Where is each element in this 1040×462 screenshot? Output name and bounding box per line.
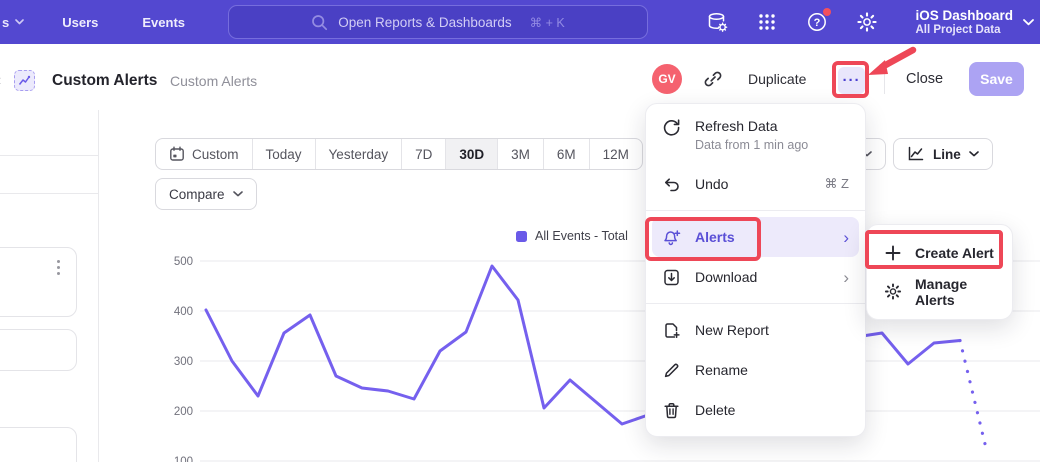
submenu-item-manage-alerts[interactable]: Manage Alerts <box>867 272 1012 311</box>
date-range-3m[interactable]: 3M <box>498 139 544 169</box>
settings-gear-icon[interactable] <box>855 10 879 34</box>
menu-item-download[interactable]: Download › <box>646 257 865 297</box>
pencil-icon <box>662 361 681 380</box>
chevron-down-icon <box>15 19 24 25</box>
menu-item-refresh-data[interactable]: Refresh Data Data from 1 min ago <box>646 110 865 164</box>
calendar-icon <box>169 146 185 162</box>
search-shortcut: ⌘ + K <box>530 15 565 30</box>
divider <box>646 303 865 304</box>
download-icon <box>662 268 681 287</box>
date-range-12m[interactable]: 12M <box>590 139 642 169</box>
copy-link-icon[interactable] <box>702 68 724 90</box>
legend-swatch <box>516 231 527 242</box>
svg-text:300: 300 <box>174 356 193 368</box>
nav-item-users[interactable]: Users <box>62 15 98 30</box>
svg-text:400: 400 <box>174 306 193 318</box>
divider <box>0 155 98 156</box>
chevron-down-icon <box>1023 19 1034 26</box>
undo-shortcut: ⌘ Z <box>824 176 849 192</box>
divider <box>0 193 98 194</box>
trash-icon <box>662 401 681 420</box>
divider <box>646 210 865 211</box>
plus-icon <box>884 244 902 262</box>
notification-dot <box>823 8 831 16</box>
nav-icon-group: ? <box>705 0 879 44</box>
apps-grid-icon[interactable] <box>755 10 779 34</box>
page-title: Custom Alerts <box>52 72 157 90</box>
undo-icon <box>662 175 681 194</box>
svg-text:200: 200 <box>174 406 193 418</box>
kebab-menu-icon[interactable] <box>57 260 60 275</box>
duplicate-button[interactable]: Duplicate <box>748 71 806 87</box>
legend-label: All Events - Total <box>535 229 628 243</box>
submenu-chevron-icon: › <box>843 229 849 246</box>
search-icon <box>311 14 328 31</box>
close-button[interactable]: Close <box>906 71 943 87</box>
submenu-item-create-alert[interactable]: Create Alert <box>867 233 1012 272</box>
search-placeholder: Open Reports & Dashboards <box>338 15 511 30</box>
app-window: 500 400 300 200 100 All Events - Total s Use… <box>0 0 1040 462</box>
report-icon <box>14 70 35 91</box>
help-icon[interactable]: ? <box>805 10 829 34</box>
menu-item-new-report[interactable]: New Report <box>646 310 865 350</box>
menu-item-undo[interactable]: Undo ⌘ Z <box>646 164 865 204</box>
gear-icon <box>884 283 902 301</box>
refresh-status: Data from 1 min ago <box>695 138 808 152</box>
avatar[interactable]: GV <box>652 64 682 94</box>
chevron-down-icon <box>969 151 979 157</box>
project-scope: All Project Data <box>915 24 1013 37</box>
compare-button[interactable]: Compare <box>155 178 257 210</box>
card-partial[interactable] <box>0 427 77 462</box>
refresh-icon <box>662 118 681 137</box>
svg-text:100: 100 <box>174 456 193 462</box>
nav-boards-partial[interactable]: s <box>2 15 24 30</box>
new-report-icon <box>662 321 681 340</box>
data-connections-icon[interactable] <box>705 10 729 34</box>
menu-item-alerts[interactable]: Alerts › <box>652 217 859 257</box>
chart-type-selector[interactable]: Line <box>893 138 993 170</box>
date-range-custom[interactable]: Custom <box>156 139 253 169</box>
project-name: iOS Dashboard <box>915 8 1013 24</box>
save-button[interactable]: Save <box>969 62 1024 96</box>
card-partial[interactable] <box>0 247 77 317</box>
more-options-button[interactable]: ··· <box>838 67 865 94</box>
back-chevron-partial: ‹ <box>0 72 1 90</box>
line-chart-icon <box>907 146 925 162</box>
svg-text:500: 500 <box>174 256 193 268</box>
project-switcher[interactable]: iOS Dashboard All Project Data <box>915 0 1034 44</box>
date-range-today[interactable]: Today <box>253 139 316 169</box>
search-input[interactable]: Open Reports & Dashboards ⌘ + K <box>228 5 648 39</box>
menu-item-delete[interactable]: Delete <box>646 390 865 430</box>
date-range-30d[interactable]: 30D <box>446 139 498 169</box>
menu-item-rename[interactable]: Rename <box>646 350 865 390</box>
date-range-selector: Custom Today Yesterday 7D 30D 3M 6M 12M <box>155 138 643 170</box>
left-panel <box>0 110 99 462</box>
submenu-chevron-icon: › <box>843 269 849 286</box>
divider <box>884 68 885 94</box>
report-header: ‹ Custom Alerts Custom Alerts GV Duplica… <box>0 44 1040 110</box>
chart-legend: All Events - Total <box>516 229 628 243</box>
svg-text:?: ? <box>814 17 821 29</box>
date-range-6m[interactable]: 6M <box>544 139 590 169</box>
chevron-down-icon <box>233 191 243 197</box>
nav-item-events[interactable]: Events <box>142 15 185 30</box>
date-range-7d[interactable]: 7D <box>402 139 446 169</box>
card-partial[interactable] <box>0 329 77 371</box>
breadcrumb: Custom Alerts <box>170 73 257 89</box>
more-options-menu: Refresh Data Data from 1 min ago Undo ⌘ … <box>645 103 866 437</box>
date-range-yesterday[interactable]: Yesterday <box>316 139 403 169</box>
bell-plus-icon <box>662 228 681 247</box>
alerts-submenu: Create Alert Manage Alerts <box>866 224 1013 320</box>
top-navbar: s Users Events Open Reports & Dashboards… <box>0 0 1040 44</box>
